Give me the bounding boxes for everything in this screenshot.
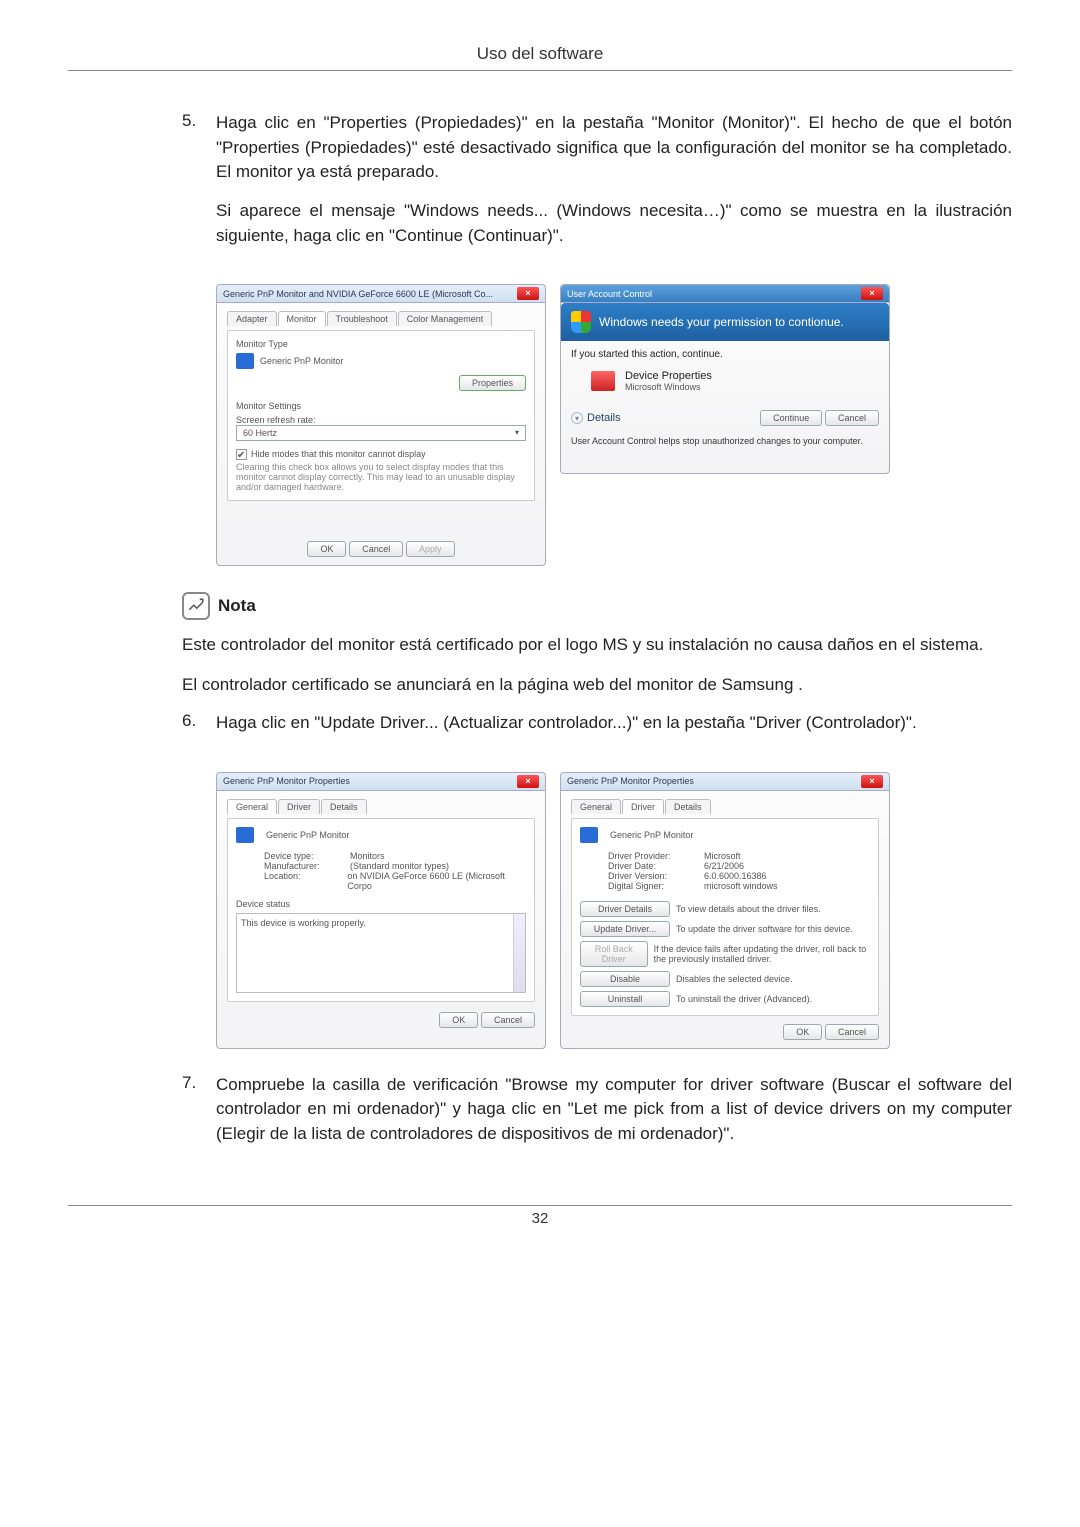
tab-general[interactable]: General — [571, 799, 621, 814]
monitor-settings-section: Monitor Settings — [236, 401, 526, 411]
step-7-number: 7. — [182, 1073, 216, 1093]
step-5-number: 5. — [182, 111, 216, 131]
device-name: Generic PnP Monitor — [610, 830, 693, 840]
shield-icon — [571, 311, 591, 333]
dialog-device-driver: Generic PnP Monitor Properties × General… — [560, 772, 890, 1049]
monitor-type-section: Monitor Type — [236, 339, 526, 349]
footer-rule — [68, 1205, 1012, 1206]
uac-started: If you started this action, continue. — [571, 349, 879, 360]
manufacturer-value: (Standard monitor types) — [350, 861, 449, 871]
dialog3-title: Generic PnP Monitor Properties — [223, 776, 350, 786]
tab-adapter[interactable]: Adapter — [227, 311, 277, 326]
cancel-button[interactable]: Cancel — [825, 410, 879, 426]
tab-general[interactable]: General — [227, 799, 277, 814]
tab-driver[interactable]: Driver — [622, 799, 664, 814]
ok-button[interactable]: OK — [783, 1024, 822, 1040]
tab-details[interactable]: Details — [665, 799, 711, 814]
tab-troubleshoot[interactable]: Troubleshoot — [327, 311, 397, 326]
device-name: Generic PnP Monitor — [266, 830, 349, 840]
dialog4-title: Generic PnP Monitor Properties — [567, 776, 694, 786]
rollback-driver-button[interactable]: Roll Back Driver — [580, 941, 648, 967]
disable-button[interactable]: Disable — [580, 971, 670, 987]
hide-modes-checkbox[interactable]: ✔ — [236, 449, 247, 460]
cancel-button[interactable]: Cancel — [349, 541, 403, 557]
note-icon — [182, 592, 210, 620]
cancel-button[interactable]: Cancel — [481, 1012, 535, 1028]
refresh-rate-label: Screen refresh rate: — [236, 415, 526, 425]
close-icon[interactable]: × — [861, 287, 883, 300]
dialog-uac: User Account Control × Windows needs you… — [560, 284, 890, 474]
note-label: Nota — [218, 596, 256, 616]
scrollbar[interactable] — [513, 914, 525, 992]
device-status-section: Device status — [236, 899, 526, 909]
driver-details-desc: To view details about the driver files. — [676, 904, 821, 914]
dialog-monitor-properties: Generic PnP Monitor and NVIDIA GeForce 6… — [216, 284, 546, 566]
driverdate-label: Driver Date: — [608, 861, 698, 871]
program-icon — [591, 371, 615, 391]
header-rule — [68, 70, 1012, 71]
uac-publisher: Microsoft Windows — [625, 382, 712, 392]
uninstall-button[interactable]: Uninstall — [580, 991, 670, 1007]
uac-footer: User Account Control helps stop unauthor… — [571, 436, 879, 446]
signer-value: microsoft windows — [704, 881, 778, 891]
monitor-icon — [236, 353, 254, 369]
step-5-p2: Si aparece el mensaje "Windows needs... … — [216, 199, 1012, 248]
provider-label: Driver Provider: — [608, 851, 698, 861]
close-icon[interactable]: × — [861, 775, 883, 788]
dialog-device-general: Generic PnP Monitor Properties × General… — [216, 772, 546, 1049]
update-driver-button[interactable]: Update Driver... — [580, 921, 670, 937]
tab-color-management[interactable]: Color Management — [398, 311, 493, 326]
step-6-number: 6. — [182, 711, 216, 731]
chevron-down-icon: ▾ — [515, 428, 519, 438]
monitor-icon — [236, 827, 254, 843]
location-value: on NVIDIA GeForce 6600 LE (Microsoft Cor… — [347, 871, 526, 891]
devtype-value: Monitors — [350, 851, 385, 861]
disable-desc: Disables the selected device. — [676, 974, 793, 984]
page-header: Uso del software — [68, 44, 1012, 70]
location-label: Location: — [264, 871, 341, 891]
driverver-value: 6.0.6000.16386 — [704, 871, 767, 881]
step-6-p1: Haga clic en "Update Driver... (Actualiz… — [216, 711, 1012, 736]
uninstall-desc: To uninstall the driver (Advanced). — [676, 994, 812, 1004]
cancel-button[interactable]: Cancel — [825, 1024, 879, 1040]
ok-button[interactable]: OK — [307, 541, 346, 557]
tab-monitor[interactable]: Monitor — [278, 311, 326, 326]
dialog1-title: Generic PnP Monitor and NVIDIA GeForce 6… — [223, 289, 493, 299]
chevron-down-icon[interactable]: ▾ — [571, 412, 583, 424]
step-5-p1: Haga clic en "Properties (Propiedades)" … — [216, 111, 1012, 185]
close-icon[interactable]: × — [517, 287, 539, 300]
driverver-label: Driver Version: — [608, 871, 698, 881]
note-p1: Este controlador del monitor está certif… — [182, 632, 1012, 658]
rollback-driver-desc: If the device fails after updating the d… — [654, 944, 870, 964]
uac-program: Device Properties — [625, 370, 712, 382]
provider-value: Microsoft — [704, 851, 741, 861]
driverdate-value: 6/21/2006 — [704, 861, 744, 871]
refresh-rate-select[interactable]: 60 Hertz▾ — [236, 425, 526, 441]
uac-headline: Windows needs your permission to contion… — [599, 315, 844, 329]
uac-details-link[interactable]: Details — [587, 412, 621, 424]
properties-button[interactable]: Properties — [459, 375, 526, 391]
close-icon[interactable]: × — [517, 775, 539, 788]
signer-label: Digital Signer: — [608, 881, 698, 891]
ok-button[interactable]: OK — [439, 1012, 478, 1028]
update-driver-desc: To update the driver software for this d… — [676, 924, 853, 934]
page-number: 32 — [68, 1210, 1012, 1227]
monitor-type-name: Generic PnP Monitor — [260, 356, 343, 366]
device-status-box: This device is working properly. — [236, 913, 526, 993]
driver-details-button[interactable]: Driver Details — [580, 901, 670, 917]
devtype-label: Device type: — [264, 851, 344, 861]
hide-modes-desc: Clearing this check box allows you to se… — [236, 462, 526, 492]
tab-driver[interactable]: Driver — [278, 799, 320, 814]
tab-details[interactable]: Details — [321, 799, 367, 814]
hide-modes-label: Hide modes that this monitor cannot disp… — [251, 449, 426, 460]
step-7-p1: Compruebe la casilla de verificación "Br… — [216, 1073, 1012, 1147]
monitor-icon — [580, 827, 598, 843]
continue-button[interactable]: Continue — [760, 410, 822, 426]
uac-title: User Account Control — [567, 289, 652, 299]
apply-button[interactable]: Apply — [406, 541, 455, 557]
note-p2: El controlador certificado se anunciará … — [182, 672, 1012, 698]
manufacturer-label: Manufacturer: — [264, 861, 344, 871]
